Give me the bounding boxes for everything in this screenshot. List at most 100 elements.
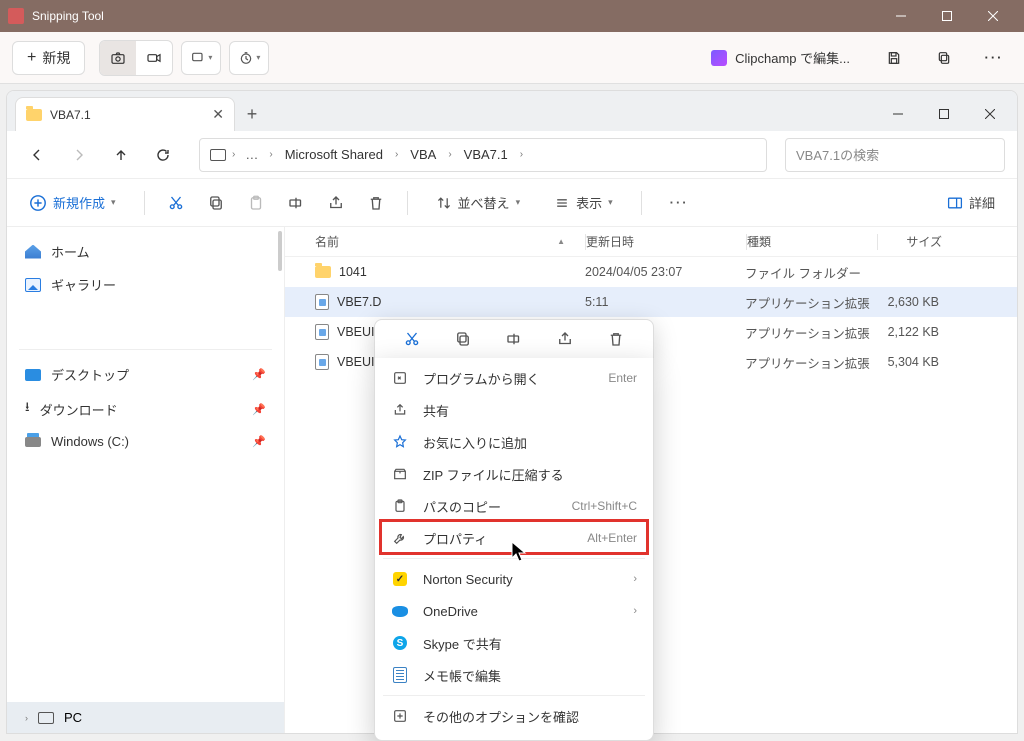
ctx-skype[interactable]: S Skype で共有 <box>375 627 653 659</box>
ctx-open-with[interactable]: プログラムから開く Enter <box>375 362 653 394</box>
exp-minimize-button[interactable] <box>875 97 921 131</box>
sort-label: 並べ替え <box>458 193 510 212</box>
col-header-type[interactable]: 種類 <box>747 233 877 250</box>
ctx-share-icon[interactable] <box>549 323 581 355</box>
column-headers: 名前▲ 更新日時 種類 サイズ <box>285 227 1017 257</box>
nav-home[interactable]: ホーム <box>7 235 284 268</box>
explorer-tab[interactable]: VBA7.1 ✕ <box>15 97 235 131</box>
exp-close-button[interactable] <box>967 97 1013 131</box>
ctx-shortcut: Alt+Enter <box>587 531 637 545</box>
snip-shape-dropdown[interactable]: ▾ <box>181 41 221 75</box>
ctx-copy-icon[interactable] <box>447 323 479 355</box>
onedrive-icon <box>391 602 409 620</box>
up-button[interactable] <box>103 137 139 173</box>
ctx-label: メモ帳で編集 <box>423 666 501 685</box>
clipchamp-button[interactable]: Clipchamp で編集... <box>699 42 862 73</box>
file-row-folder[interactable]: 1041 2024/04/05 23:07 ファイル フォルダー <box>285 257 1017 287</box>
ctx-properties[interactable]: プロパティ Alt+Enter <box>375 522 653 554</box>
ctx-label: プログラムから開く <box>423 369 540 388</box>
chevron-right-icon[interactable]: › <box>518 149 525 160</box>
maximize-button[interactable] <box>924 0 970 32</box>
col-header-size[interactable]: サイズ <box>878 233 958 250</box>
tab-close-icon[interactable]: ✕ <box>212 106 224 123</box>
more-button[interactable]: ··· <box>976 41 1012 75</box>
crumb-2[interactable]: VBA <box>404 147 442 162</box>
ctx-more-options[interactable]: その他のオプションを確認 <box>375 700 653 732</box>
crumb-1[interactable]: Microsoft Shared <box>279 147 389 162</box>
nav-label: ホーム <box>51 242 90 261</box>
snip-mode-video[interactable] <box>136 41 172 75</box>
new-dropdown[interactable]: 新規作成 ▾ <box>23 189 122 216</box>
details-pane-button[interactable]: 詳細 <box>941 189 1001 216</box>
explorer-tabs: VBA7.1 ✕ + <box>7 91 1017 131</box>
exp-maximize-button[interactable] <box>921 97 967 131</box>
ctx-onedrive[interactable]: OneDrive › <box>375 595 653 627</box>
chevron-right-icon[interactable]: › <box>267 149 274 160</box>
snip-delay-dropdown[interactable]: ▾ <box>229 41 269 75</box>
ctx-delete-icon[interactable] <box>600 323 632 355</box>
ctx-rename-icon[interactable] <box>498 323 530 355</box>
clipchamp-icon <box>711 50 727 66</box>
copy-icon-button[interactable] <box>926 41 962 75</box>
crumb-3[interactable]: VBA7.1 <box>458 147 514 162</box>
nav-label: デスクトップ <box>51 365 129 384</box>
ctx-label: お気に入りに追加 <box>423 433 527 452</box>
col-header-name[interactable]: 名前▲ <box>315 233 585 250</box>
minimize-button[interactable] <box>878 0 924 32</box>
ctx-zip[interactable]: ZIP ファイルに圧縮する <box>375 458 653 490</box>
chevron-right-icon[interactable]: › <box>393 149 400 160</box>
nav-pc[interactable]: ›PC <box>7 702 284 733</box>
breadcrumb[interactable]: › … › Microsoft Shared › VBA › VBA7.1 › <box>199 138 767 172</box>
details-label: 詳細 <box>969 193 995 212</box>
file-row-selected[interactable]: VBE7.D 5:11 アプリケーション拡張 2,630 KB <box>285 287 1017 317</box>
file-type: アプリケーション拡張 <box>745 323 875 342</box>
pin-icon: 📌 <box>252 368 266 381</box>
share-icon-button[interactable] <box>327 194 345 212</box>
sort-dropdown[interactable]: 並べ替え ▾ <box>430 189 527 216</box>
new-tab-button[interactable]: + <box>235 97 269 131</box>
refresh-button[interactable] <box>145 137 181 173</box>
ctx-share[interactable]: 共有 <box>375 394 653 426</box>
sniptool-toolbar: + 新規 ▾ ▾ Clipchamp で編集... ··· <box>0 32 1024 84</box>
breadcrumb-overflow[interactable]: … <box>241 147 263 162</box>
separator <box>144 191 145 215</box>
rename-icon-button[interactable] <box>287 194 305 212</box>
norton-icon: ✓ <box>391 570 409 588</box>
paste-icon-button[interactable] <box>247 194 265 212</box>
ctx-cut-icon[interactable] <box>396 323 428 355</box>
cut-icon-button[interactable] <box>167 194 185 212</box>
back-button[interactable] <box>19 137 55 173</box>
chevron-right-icon[interactable]: › <box>230 149 237 160</box>
chevron-right-icon[interactable]: › <box>446 149 453 160</box>
nav-label: Windows (C:) <box>51 434 129 449</box>
snip-mode-photo[interactable] <box>100 41 136 75</box>
dll-icon <box>315 294 329 310</box>
pin-icon: 📌 <box>252 435 266 448</box>
view-dropdown[interactable]: 表示 ▾ <box>548 189 619 216</box>
search-input[interactable]: VBA7.1の検索 <box>785 138 1005 172</box>
ctx-label: 共有 <box>423 401 449 420</box>
ctx-copy-path[interactable]: パスのコピー Ctrl+Shift+C <box>375 490 653 522</box>
ctx-label: Skype で共有 <box>423 634 502 653</box>
ctx-favorite[interactable]: お気に入りに追加 <box>375 426 653 458</box>
ctx-shortcut: Enter <box>608 371 637 385</box>
open-with-icon <box>391 369 409 387</box>
nav-downloads[interactable]: ⭳ダウンロード📌 <box>7 391 284 427</box>
folder-icon <box>26 109 42 121</box>
scrollbar-handle[interactable] <box>278 231 282 271</box>
nav-gallery[interactable]: ギャラリー <box>7 268 284 301</box>
snip-new-button[interactable]: + 新規 <box>12 41 85 75</box>
nav-desktop[interactable]: デスクトップ 📌 <box>7 358 284 391</box>
ctx-notepad[interactable]: メモ帳で編集 <box>375 659 653 691</box>
copy-icon-button[interactable] <box>207 194 225 212</box>
close-button[interactable] <box>970 0 1016 32</box>
forward-button[interactable] <box>61 137 97 173</box>
ctx-norton[interactable]: ✓ Norton Security › <box>375 563 653 595</box>
file-type: ファイル フォルダー <box>745 263 875 282</box>
save-icon-button[interactable] <box>876 41 912 75</box>
cmdbar-more-button[interactable]: ··· <box>664 191 695 214</box>
ctx-label: パスのコピー <box>423 497 501 516</box>
delete-icon-button[interactable] <box>367 194 385 212</box>
nav-drive-c[interactable]: Windows (C:) 📌 <box>7 427 284 456</box>
col-header-date[interactable]: 更新日時 <box>586 233 746 250</box>
